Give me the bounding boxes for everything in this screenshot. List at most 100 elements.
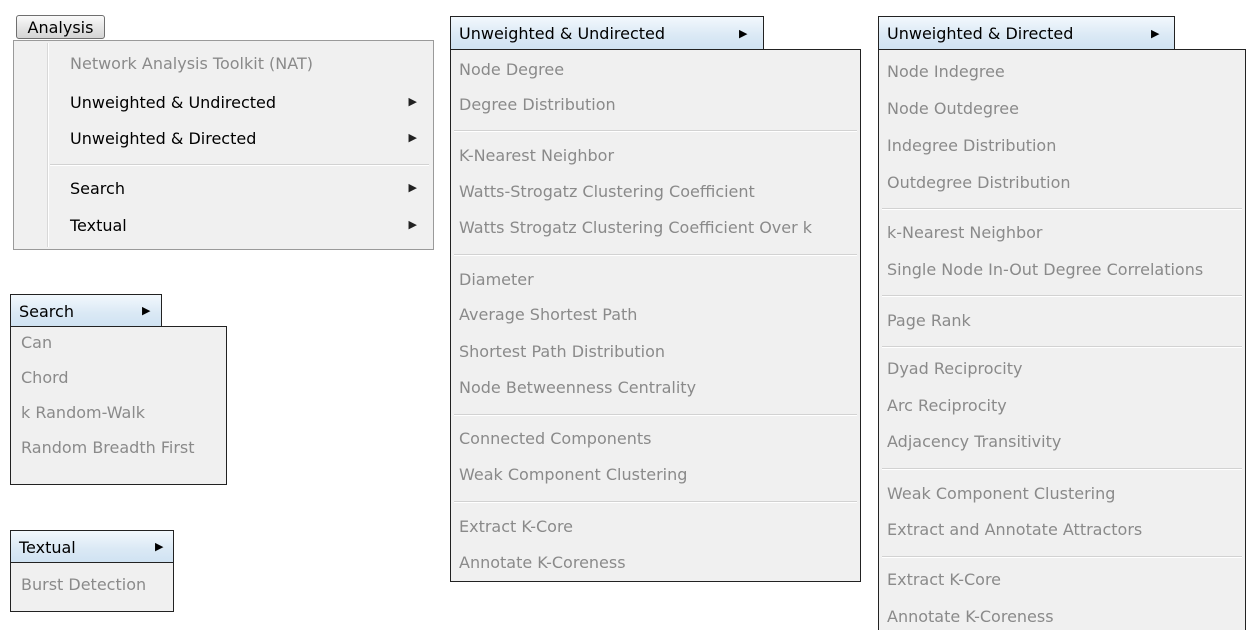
submenu-arrow-icon: ▶: [142, 304, 151, 317]
menu-item-label: Diameter: [459, 270, 534, 289]
menu-item-label: K-Nearest Neighbor: [459, 146, 615, 165]
menu-item-node-indegree[interactable]: Node Indegree: [887, 62, 1245, 81]
menu-separator: [454, 254, 857, 256]
menu-item-unweighted-undirected[interactable]: Unweighted & Undirected ▶: [70, 93, 433, 112]
menu-item-chord[interactable]: Chord: [21, 368, 226, 387]
menu-separator: [50, 164, 429, 166]
menu-item-label: Weak Component Clustering: [887, 484, 1116, 503]
submenu-title: Textual: [19, 537, 76, 557]
textual-submenu-header[interactable]: Textual ▶: [10, 530, 174, 563]
menu-item-label: Random Breadth First: [21, 438, 195, 457]
menu-item-label: Search: [70, 179, 125, 198]
analysis-dropdown: Network Analysis Toolkit (NAT) Unweighte…: [13, 40, 434, 250]
menu-separator: [454, 130, 857, 132]
menu-item-search[interactable]: Search ▶: [70, 179, 433, 198]
menu-item-page-rank[interactable]: Page Rank: [887, 311, 1245, 330]
menu-item-label: Can: [21, 333, 53, 352]
menu-item-label: Outdegree Distribution: [887, 173, 1071, 192]
menu-separator: [882, 468, 1242, 470]
menu-item-adjacency-transitivity[interactable]: Adjacency Transitivity: [887, 432, 1245, 451]
menu-item-label: Extract K-Core: [459, 517, 574, 536]
menu-item-label: Unweighted & Undirected: [70, 93, 277, 112]
undirected-submenu-header[interactable]: Unweighted & Undirected ▶: [450, 16, 764, 50]
menu-item-textual[interactable]: Textual ▶: [70, 216, 433, 235]
menu-item-label: Page Rank: [887, 311, 971, 330]
submenu-arrow-icon: ▶: [408, 131, 417, 144]
menu-item-label: Annotate K-Coreness: [887, 607, 1054, 626]
menu-item-label: Watts Strogatz Clustering Coefficient Ov…: [459, 218, 813, 237]
menu-item-diameter[interactable]: Diameter: [459, 270, 860, 289]
menu-item-extract-k-core[interactable]: Extract K-Core: [887, 570, 1245, 589]
menu-item-average-shortest-path[interactable]: Average Shortest Path: [459, 305, 860, 324]
menu-item-label: Average Shortest Path: [459, 305, 638, 324]
menu-item-label: Degree Distribution: [459, 95, 616, 114]
menu-item-k-random-walk[interactable]: k Random-Walk: [21, 403, 226, 422]
menu-item-unweighted-directed[interactable]: Unweighted & Directed ▶: [70, 129, 433, 148]
submenu-arrow-icon: ▶: [408, 218, 417, 231]
menu-separator: [882, 208, 1242, 210]
menu-separator: [882, 295, 1242, 297]
directed-submenu-header[interactable]: Unweighted & Directed ▶: [878, 16, 1175, 50]
menu-item-burst-detection[interactable]: Burst Detection: [21, 575, 173, 594]
menu-item-label: Burst Detection: [21, 575, 147, 594]
menu-separator: [454, 501, 857, 503]
menu-item-label: Shortest Path Distribution: [459, 342, 666, 361]
menu-item-label: Dyad Reciprocity: [887, 359, 1023, 378]
menu-item-connected-components[interactable]: Connected Components: [459, 429, 860, 448]
menu-item-weak-component-clustering[interactable]: Weak Component Clustering: [887, 484, 1245, 503]
menu-item-watts-strogatz-clustering[interactable]: Watts-Strogatz Clustering Coefficient: [459, 182, 860, 201]
search-submenu: Can Chord k Random-Walk Random Breadth F…: [10, 326, 227, 485]
menu-item-node-betweenness-centrality[interactable]: Node Betweenness Centrality: [459, 378, 860, 397]
directed-submenu: Node Indegree Node Outdegree Indegree Di…: [878, 49, 1246, 630]
menu-item-arc-reciprocity[interactable]: Arc Reciprocity: [887, 396, 1245, 415]
menu-item-label: Annotate K-Coreness: [459, 553, 626, 572]
menu-separator: [882, 556, 1242, 558]
menu-item-label: Adjacency Transitivity: [887, 432, 1062, 451]
menu-item-label: Chord: [21, 368, 69, 387]
search-submenu-header[interactable]: Search ▶: [10, 294, 162, 327]
menu-item-dyad-reciprocity[interactable]: Dyad Reciprocity: [887, 359, 1245, 378]
submenu-arrow-icon: ▶: [739, 27, 748, 40]
menu-item-label: Weak Component Clustering: [459, 465, 688, 484]
menu-item-watts-strogatz-over-k[interactable]: Watts Strogatz Clustering Coefficient Ov…: [459, 218, 860, 237]
menu-item-nat: Network Analysis Toolkit (NAT): [70, 54, 433, 73]
menu-item-weak-component-clustering[interactable]: Weak Component Clustering: [459, 465, 860, 484]
menu-item-can[interactable]: Can: [21, 333, 226, 352]
menu-item-degree-distribution[interactable]: Degree Distribution: [459, 95, 860, 114]
menu-separator: [882, 346, 1242, 348]
menu-item-outdegree-distribution[interactable]: Outdegree Distribution: [887, 173, 1245, 192]
submenu-arrow-icon: ▶: [1151, 27, 1160, 40]
menu-item-label: Unweighted & Directed: [70, 129, 257, 148]
menu-item-node-degree[interactable]: Node Degree: [459, 60, 860, 79]
menu-item-label: Connected Components: [459, 429, 652, 448]
submenu-title: Search: [19, 301, 74, 321]
menu-item-k-nearest-neighbor[interactable]: K-Nearest Neighbor: [459, 146, 860, 165]
menu-item-extract-annotate-attractors[interactable]: Extract and Annotate Attractors: [887, 520, 1245, 539]
menu-item-label: Network Analysis Toolkit (NAT): [70, 54, 313, 73]
menu-item-annotate-k-coreness[interactable]: Annotate K-Coreness: [887, 607, 1245, 626]
menu-item-label: Node Indegree: [887, 62, 1005, 81]
menu-item-label: Node Degree: [459, 60, 565, 79]
menu-item-node-outdegree[interactable]: Node Outdegree: [887, 99, 1245, 118]
menu-item-shortest-path-distribution[interactable]: Shortest Path Distribution: [459, 342, 860, 361]
menu-icon-gutter: [47, 43, 49, 247]
menu-item-random-breadth-first[interactable]: Random Breadth First: [21, 438, 226, 457]
menu-item-label: Arc Reciprocity: [887, 396, 1007, 415]
textual-submenu: Burst Detection: [10, 562, 174, 612]
submenu-title: Unweighted & Directed: [887, 24, 1074, 43]
menu-item-in-out-degree-correlations[interactable]: Single Node In-Out Degree Correlations: [887, 260, 1245, 279]
menu-item-label: Textual: [70, 216, 127, 235]
menu-item-indegree-distribution[interactable]: Indegree Distribution: [887, 136, 1245, 155]
menu-item-label: Extract and Annotate Attractors: [887, 520, 1143, 539]
menu-item-label: Watts-Strogatz Clustering Coefficient: [459, 182, 755, 201]
menu-item-extract-k-core[interactable]: Extract K-Core: [459, 517, 860, 536]
menu-item-annotate-k-coreness[interactable]: Annotate K-Coreness: [459, 553, 860, 572]
menu-item-label: Node Betweenness Centrality: [459, 378, 697, 397]
submenu-arrow-icon: ▶: [408, 181, 417, 194]
submenu-arrow-icon: ▶: [408, 95, 417, 108]
menu-item-label: Single Node In-Out Degree Correlations: [887, 260, 1204, 279]
menu-item-label: Extract K-Core: [887, 570, 1002, 589]
analysis-menu-button[interactable]: Analysis: [16, 15, 105, 39]
menu-item-k-nearest-neighbor[interactable]: k-Nearest Neighbor: [887, 223, 1245, 242]
menu-item-label: Node Outdegree: [887, 99, 1019, 118]
